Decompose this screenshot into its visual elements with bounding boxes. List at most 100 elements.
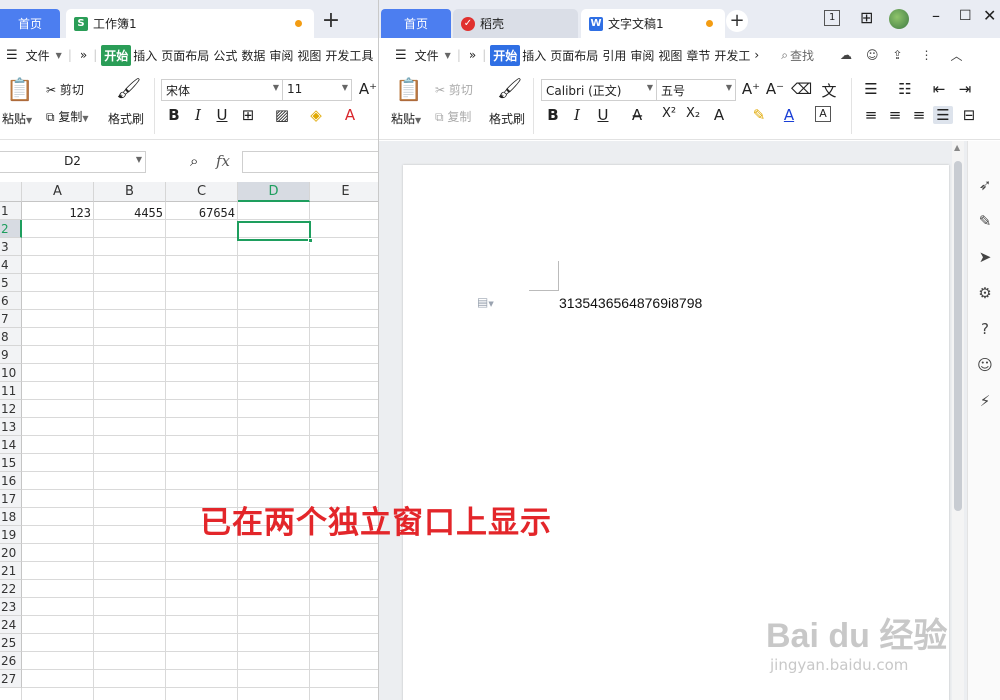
hamburger-icon[interactable]: ☰ bbox=[395, 48, 407, 63]
fill-color-icon[interactable]: ◈ bbox=[306, 106, 326, 124]
chevron-right-icon[interactable]: › bbox=[754, 48, 759, 62]
strikethrough-icon[interactable]: A̶ bbox=[627, 106, 647, 124]
row-header-24[interactable]: 24 bbox=[0, 616, 22, 634]
menu-view[interactable]: 视图 bbox=[295, 47, 323, 64]
decrease-indent-icon[interactable]: ⇤ bbox=[929, 80, 949, 98]
hamburger-icon[interactable]: ☰ bbox=[6, 48, 18, 63]
new-tab-plus-icon[interactable]: + bbox=[320, 10, 342, 32]
search-label[interactable]: 查找 bbox=[788, 47, 816, 64]
maximize-icon[interactable]: ☐ bbox=[959, 8, 972, 24]
menu-formula[interactable]: 公式 bbox=[211, 47, 239, 64]
menu-home[interactable]: 开始 bbox=[490, 44, 521, 66]
row-header-22[interactable]: 22 bbox=[0, 580, 22, 598]
menu-insert[interactable]: 插入 bbox=[520, 47, 548, 64]
row-header-11[interactable]: 11 bbox=[0, 382, 22, 400]
row-header-1[interactable]: 1 bbox=[0, 202, 22, 220]
row-header-20[interactable]: 20 bbox=[0, 544, 22, 562]
home-tab[interactable]: 首页 bbox=[381, 9, 451, 38]
row-header-19[interactable]: 19 bbox=[0, 526, 22, 544]
row-header-5[interactable]: 5 bbox=[0, 274, 22, 292]
spreadsheet-grid[interactable]: A B C D E 1 2 3 4 5 6 7 8 9 10 11 12 13 14 15 16 17 18 19 2… bbox=[0, 182, 378, 700]
text-effect-icon[interactable]: A bbox=[709, 106, 729, 124]
font-family-select[interactable]: 宋体 ▼ bbox=[161, 79, 283, 101]
chevron-down-icon[interactable]: ▼ bbox=[56, 51, 62, 60]
cut-button[interactable]: ✂ 剪切 bbox=[435, 81, 473, 98]
menu-review[interactable]: 审阅 bbox=[267, 47, 295, 64]
active-cell-d2[interactable] bbox=[237, 221, 311, 241]
row-header-6[interactable]: 6 bbox=[0, 292, 22, 310]
row-header-27[interactable]: 27 bbox=[0, 670, 22, 688]
menu-developer[interactable]: 开发工具 bbox=[323, 47, 375, 64]
lightning-icon[interactable]: ⚡ bbox=[975, 391, 995, 411]
new-tab-plus-icon[interactable]: + bbox=[726, 10, 748, 32]
menu-file[interactable]: 文件 bbox=[413, 47, 441, 64]
cut-button[interactable]: ✂ 剪切 bbox=[46, 81, 84, 98]
row-header-26[interactable]: 26 bbox=[0, 652, 22, 670]
share-user-icon[interactable]: ☺ bbox=[866, 48, 879, 62]
help-icon[interactable]: ? bbox=[975, 319, 995, 339]
menu-page-layout[interactable]: 页面布局 bbox=[159, 47, 211, 64]
increase-indent-icon[interactable]: ⇥ bbox=[955, 80, 975, 98]
italic-icon[interactable]: I bbox=[188, 106, 208, 124]
chevron-down-icon[interactable]: ▼ bbox=[445, 51, 451, 60]
font-family-select[interactable]: Calibri (正文) ▼ bbox=[541, 79, 657, 101]
daoke-tab[interactable]: ✓ 稻壳 bbox=[453, 9, 578, 38]
cell-c1[interactable]: 67654 bbox=[166, 204, 238, 222]
menu-insert[interactable]: 插入 bbox=[131, 47, 159, 64]
increase-font-icon[interactable]: A⁺ bbox=[358, 80, 378, 98]
collapse-ribbon-icon[interactable]: ︿ bbox=[951, 47, 963, 64]
row-header-10[interactable]: 10 bbox=[0, 364, 22, 382]
align-right-icon[interactable]: ≡ bbox=[909, 106, 929, 124]
workbook-tab[interactable]: S 工作簿1 bbox=[66, 9, 314, 38]
row-header-14[interactable]: 14 bbox=[0, 436, 22, 454]
row-header-21[interactable]: 21 bbox=[0, 562, 22, 580]
font-color-icon[interactable]: A bbox=[779, 106, 799, 124]
row-header-2[interactable]: 2 bbox=[0, 220, 22, 238]
highlight-icon[interactable]: ✎ bbox=[749, 106, 769, 124]
search-icon[interactable]: ⌕ bbox=[781, 48, 788, 63]
underline-icon[interactable]: U bbox=[212, 106, 232, 124]
row-header-17[interactable]: 17 bbox=[0, 490, 22, 508]
paragraph-handle-icon[interactable]: ▤▼ bbox=[477, 295, 494, 309]
row-header-18[interactable]: 18 bbox=[0, 508, 22, 526]
row-header-25[interactable]: 25 bbox=[0, 634, 22, 652]
row-header-15[interactable]: 15 bbox=[0, 454, 22, 472]
scroll-up-icon[interactable]: ▲ bbox=[954, 143, 960, 152]
avatar[interactable] bbox=[889, 9, 909, 29]
zoom-search-icon[interactable]: ⌕ bbox=[190, 152, 198, 170]
settings-sliders-icon[interactable]: ⚙ bbox=[975, 283, 995, 303]
window-count-badge[interactable]: 1 bbox=[824, 10, 841, 26]
column-header-b[interactable]: B bbox=[94, 182, 166, 202]
paste-icon[interactable]: 📋 bbox=[6, 78, 33, 103]
numbered-list-icon[interactable]: ☷ bbox=[895, 80, 915, 98]
fill-handle[interactable] bbox=[308, 238, 313, 243]
font-size-select[interactable]: 五号 ▼ bbox=[656, 79, 736, 101]
menu-file[interactable]: 文件 bbox=[24, 47, 52, 64]
cursor-icon[interactable]: ➤ bbox=[975, 247, 995, 267]
format-painter-button[interactable]: 格式刷 bbox=[489, 110, 525, 127]
row-header-13[interactable]: 13 bbox=[0, 418, 22, 436]
paste-button[interactable]: 粘贴▼ bbox=[391, 110, 421, 127]
document-tab[interactable]: W 文字文稿1 bbox=[581, 9, 725, 38]
menu-view[interactable]: 视图 bbox=[656, 47, 684, 64]
vertical-scrollbar[interactable]: ▲ bbox=[952, 141, 964, 700]
menu-developer[interactable]: 开发工 bbox=[712, 47, 752, 64]
document-body-text[interactable]: 31354365648769i8798 bbox=[559, 295, 702, 311]
row-header-23[interactable]: 23 bbox=[0, 598, 22, 616]
row-header-4[interactable]: 4 bbox=[0, 256, 22, 274]
pinyin-icon[interactable]: 文 bbox=[819, 80, 839, 101]
formula-input[interactable] bbox=[242, 151, 378, 173]
minimize-icon[interactable]: – bbox=[932, 6, 940, 25]
name-box[interactable]: D2 ▼ bbox=[0, 151, 146, 173]
row-header-8[interactable]: 8 bbox=[0, 328, 22, 346]
menu-home[interactable]: 开始 bbox=[101, 44, 132, 66]
grid-apps-icon[interactable]: ⊞ bbox=[860, 8, 873, 27]
cell-a1[interactable]: 123 bbox=[22, 204, 94, 222]
more-options-icon[interactable]: ⋮ bbox=[921, 48, 933, 62]
rocket-icon[interactable]: ➶ bbox=[975, 175, 995, 195]
format-painter-button[interactable]: 格式刷 bbox=[108, 110, 144, 127]
char-border-icon[interactable]: A bbox=[815, 106, 831, 122]
fx-icon[interactable]: fx bbox=[216, 152, 230, 170]
align-center-icon[interactable]: ≡ bbox=[885, 106, 905, 124]
menu-more[interactable]: » bbox=[78, 48, 89, 62]
